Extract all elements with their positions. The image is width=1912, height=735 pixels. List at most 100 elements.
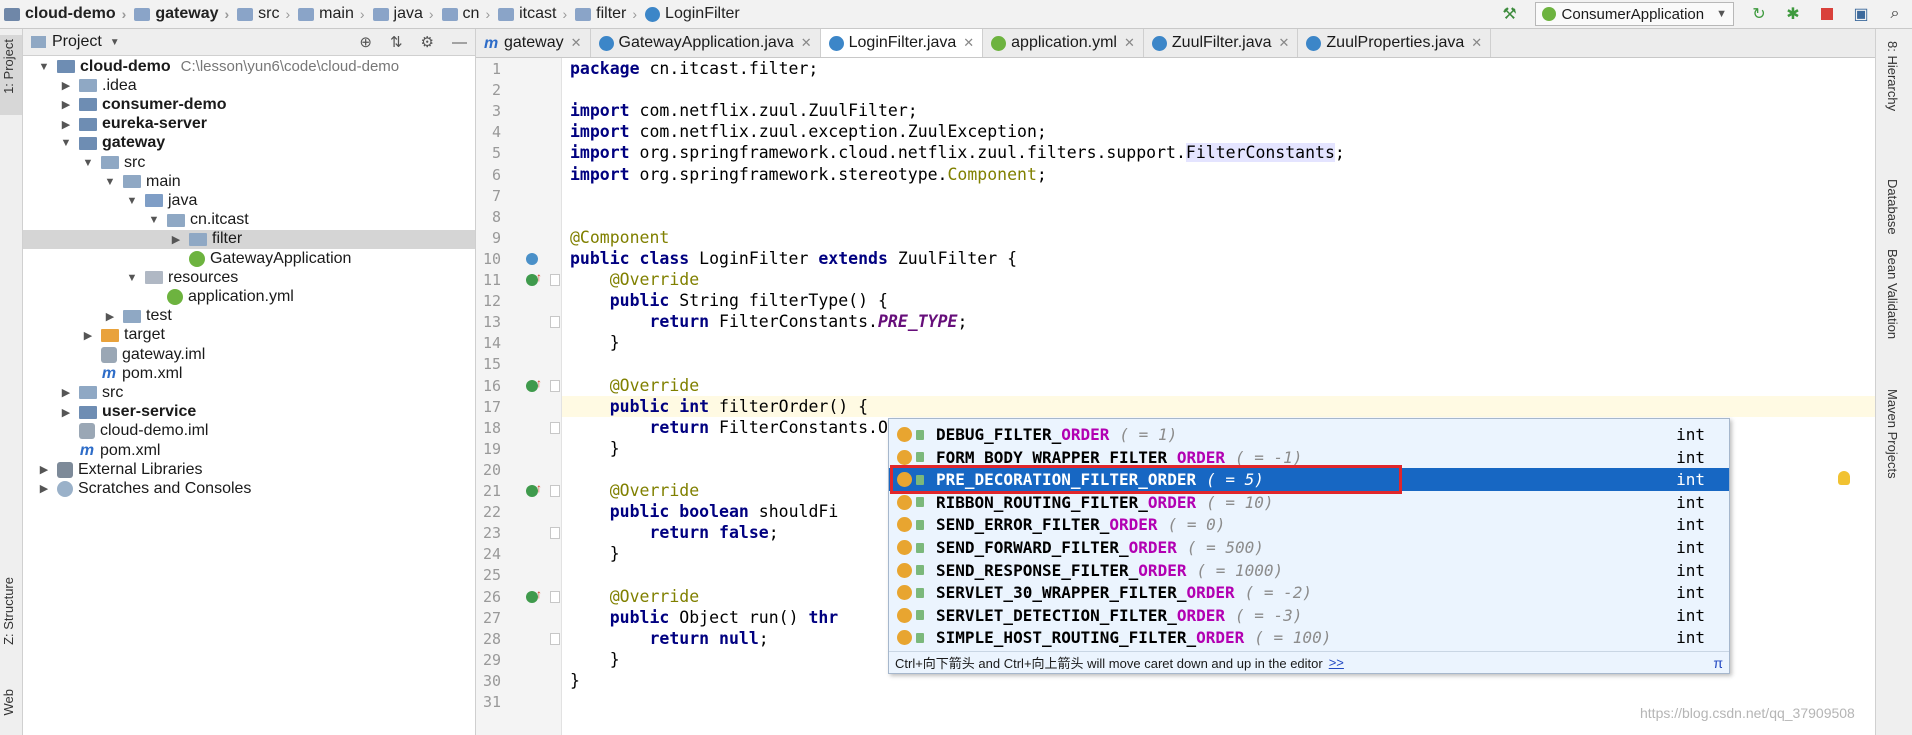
chevron-down-icon[interactable]: ▼ (37, 61, 51, 73)
chevron-right-icon[interactable]: ▶ (81, 329, 95, 342)
tree-item[interactable]: ▼ cn.itcast (23, 211, 475, 230)
fold-icon[interactable] (550, 274, 560, 286)
tree-item[interactable]: ▼ cloud-demo C:\lesson\yun6\code\cloud-dem… (23, 57, 475, 76)
tree-item[interactable]: gateway.iml (23, 345, 475, 364)
override-method-icon[interactable] (526, 376, 542, 392)
stop-icon[interactable] (1816, 3, 1838, 25)
breadcrumb-item[interactable]: LoginFilter (641, 0, 744, 28)
chevron-right-icon[interactable]: ▶ (59, 79, 73, 92)
tree-item[interactable]: ▼ src (23, 153, 475, 172)
completion-item[interactable]: SERVLET_DETECTION_FILTER_ORDER ( = -3) int (889, 604, 1729, 627)
collapse-all-icon[interactable]: ⇅ (390, 33, 403, 51)
fold-icon[interactable] (550, 421, 560, 434)
chevron-right-icon[interactable]: ▶ (59, 118, 73, 131)
fold-icon[interactable] (550, 316, 560, 329)
editor-tab[interactable]: GatewayApplication.java ✕ (591, 29, 821, 57)
tree-item[interactable]: ▶ .idea (23, 76, 475, 95)
bean-validation-tab-label[interactable]: Bean Validation (1885, 249, 1900, 339)
tree-item[interactable]: ▼ gateway (23, 134, 475, 153)
fold-icon[interactable] (550, 527, 560, 540)
layout-icon[interactable]: ▣ (1850, 3, 1872, 25)
project-panel-title[interactable]: Project (52, 33, 102, 51)
editor-tab[interactable]: LoginFilter.java ✕ (820, 29, 984, 57)
close-icon[interactable]: ✕ (1124, 35, 1135, 51)
lightbulb-icon[interactable] (1838, 471, 1850, 485)
editor-tab[interactable]: ZuulFilter.java ✕ (1144, 29, 1299, 57)
override-method-icon[interactable] (526, 481, 542, 497)
chevron-right-icon[interactable]: ▶ (59, 406, 73, 419)
reload-icon[interactable]: ↻ (1748, 3, 1770, 25)
override-method-icon[interactable] (526, 587, 542, 603)
hierarchy-tab-label[interactable]: 8: Hierarchy (1885, 41, 1900, 111)
editor-tab[interactable]: m gateway ✕ (476, 29, 591, 57)
search-icon[interactable]: ⌕ (1884, 3, 1906, 25)
chevron-down-icon[interactable]: ▼ (103, 176, 117, 188)
breadcrumb-item[interactable]: java › (369, 0, 438, 28)
tree-item[interactable]: m pom.xml (23, 364, 475, 383)
tree-item[interactable]: ▶ eureka-server (23, 115, 475, 134)
chevron-down-icon[interactable]: ▼ (81, 157, 95, 169)
close-icon[interactable]: ✕ (801, 35, 812, 51)
hide-icon[interactable]: — (452, 34, 467, 51)
spring-bean-icon[interactable] (526, 252, 538, 265)
hammer-icon[interactable]: ⚒ (1499, 3, 1521, 25)
breadcrumb-item[interactable]: filter › (571, 0, 641, 28)
tree-item[interactable]: ▶ test (23, 307, 475, 326)
tree-item[interactable]: ▶ consumer-demo (23, 95, 475, 114)
run-configuration-select[interactable]: ConsumerApplication ▼ (1534, 2, 1734, 26)
chevron-right-icon[interactable]: ▶ (37, 482, 51, 495)
fold-icon[interactable] (550, 590, 560, 603)
breadcrumb-item[interactable]: cn › (438, 0, 495, 28)
tree-item[interactable]: GatewayApplication (23, 249, 475, 268)
completion-item[interactable]: DEBUG_FILTER_ORDER ( = 1) int (889, 423, 1729, 446)
tree-item[interactable]: ▼ java (23, 191, 475, 210)
fold-icon[interactable] (550, 632, 560, 645)
chevron-down-icon[interactable]: ▼ (110, 37, 120, 48)
locate-icon[interactable]: ⊕ (359, 33, 372, 51)
chevron-right-icon[interactable]: ▶ (59, 98, 73, 111)
tree-item[interactable]: ▼ main (23, 172, 475, 191)
chevron-down-icon[interactable]: ▼ (125, 195, 139, 207)
breadcrumb-item[interactable]: cloud-demo › (0, 0, 130, 28)
maven-tab-label[interactable]: Maven Projects (1885, 389, 1900, 479)
tree-item[interactable]: ▶ filter (23, 229, 475, 249)
gear-icon[interactable]: ⚙ (421, 33, 434, 51)
close-icon[interactable]: ✕ (963, 35, 974, 51)
override-method-icon[interactable] (526, 270, 542, 286)
tree-item[interactable]: application.yml (23, 287, 475, 306)
chevron-right-icon[interactable]: ▶ (59, 386, 73, 399)
tree-item[interactable]: ▶ src (23, 383, 475, 402)
completion-item[interactable]: SEND_ERROR_FILTER_ORDER ( = 0) int (889, 513, 1729, 536)
breadcrumb-item[interactable]: itcast › (494, 0, 571, 28)
tree-item[interactable]: ▶ user-service (23, 403, 475, 422)
web-tab-label[interactable]: Web (1, 689, 16, 716)
completion-hint-link[interactable]: >> (1329, 655, 1344, 670)
chevron-right-icon[interactable]: ▶ (37, 463, 51, 476)
chevron-down-icon[interactable]: ▼ (59, 137, 73, 149)
breadcrumb-item[interactable]: main › (294, 0, 368, 28)
tree-item[interactable]: m pom.xml (23, 441, 475, 460)
close-icon[interactable]: ✕ (1278, 35, 1289, 51)
completion-item[interactable]: RIBBON_ROUTING_FILTER_ORDER ( = 10) int (889, 491, 1729, 514)
fold-icon[interactable] (550, 485, 560, 497)
structure-tab-label[interactable]: Z: Structure (1, 577, 16, 645)
editor-tab[interactable]: ZuulProperties.java ✕ (1298, 29, 1492, 57)
completion-item[interactable]: SEND_RESPONSE_FILTER_ORDER ( = 1000) int (889, 559, 1729, 582)
tree-item[interactable]: ▶ target (23, 326, 475, 345)
chevron-right-icon[interactable]: ▶ (103, 310, 117, 323)
tree-item[interactable]: ▶ Scratches and Consoles (23, 479, 475, 498)
completion-item[interactable]: SERVLET_30_WRAPPER_FILTER_ORDER ( = -2) in… (889, 581, 1729, 604)
project-tool-tab[interactable]: 1: Project (0, 35, 22, 115)
tree-item[interactable]: ▼ resources (23, 268, 475, 287)
close-icon[interactable]: ✕ (1471, 35, 1482, 51)
tree-item[interactable]: cloud-demo.iml (23, 422, 475, 441)
debug-icon[interactable]: ✱ (1782, 3, 1804, 25)
close-icon[interactable]: ✕ (571, 35, 582, 51)
completion-item[interactable]: SEND_FORWARD_FILTER_ORDER ( = 500) int (889, 536, 1729, 559)
pi-icon[interactable]: π (1713, 655, 1723, 671)
chevron-down-icon[interactable]: ▼ (147, 214, 161, 226)
database-tab-label[interactable]: Database (1885, 179, 1900, 235)
breadcrumb-item[interactable]: src › (233, 0, 294, 28)
fold-icon[interactable] (550, 379, 560, 392)
chevron-down-icon[interactable]: ▼ (125, 272, 139, 284)
